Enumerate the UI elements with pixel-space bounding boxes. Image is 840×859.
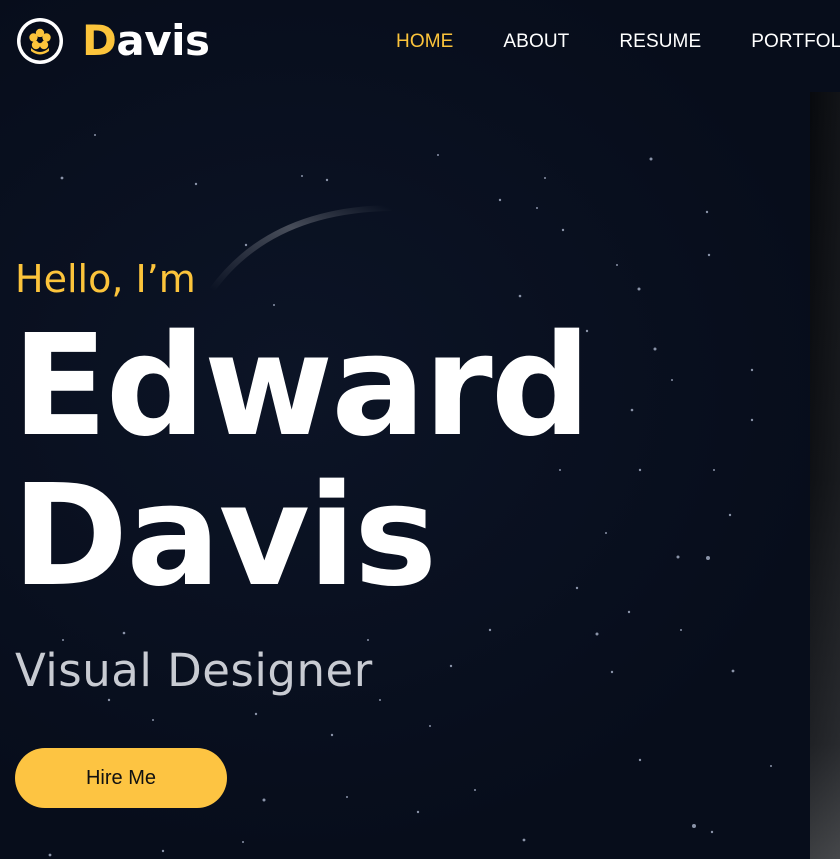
hero-role: Visual Designer [15,644,373,697]
hire-me-button[interactable]: Hire Me [15,748,227,808]
site-header: Davis HOME ABOUT RESUME PORTFOLI [0,0,840,84]
hero-greeting: Hello, I’m [15,257,196,301]
nav-portfolio[interactable]: PORTFOLI [751,30,840,54]
brand-name: Davis [82,16,210,66]
portrait-image [810,92,840,859]
main-nav: HOME ABOUT RESUME PORTFOLI [396,30,840,54]
hero-last-name: Davis [12,455,437,618]
brand-rest: avis [116,16,210,65]
brand-logo[interactable]: Davis [15,16,210,66]
nav-home[interactable]: HOME [396,30,453,54]
hero-name: Edward Davis [12,305,591,618]
nav-about[interactable]: ABOUT [503,30,569,54]
hero-first-name: Edward [12,305,591,468]
brand-initial: D [82,16,117,65]
nav-resume[interactable]: RESUME [619,30,701,54]
hero-page: Davis HOME ABOUT RESUME PORTFOLI Hello, … [0,0,840,859]
flower-badge-icon [17,18,63,64]
